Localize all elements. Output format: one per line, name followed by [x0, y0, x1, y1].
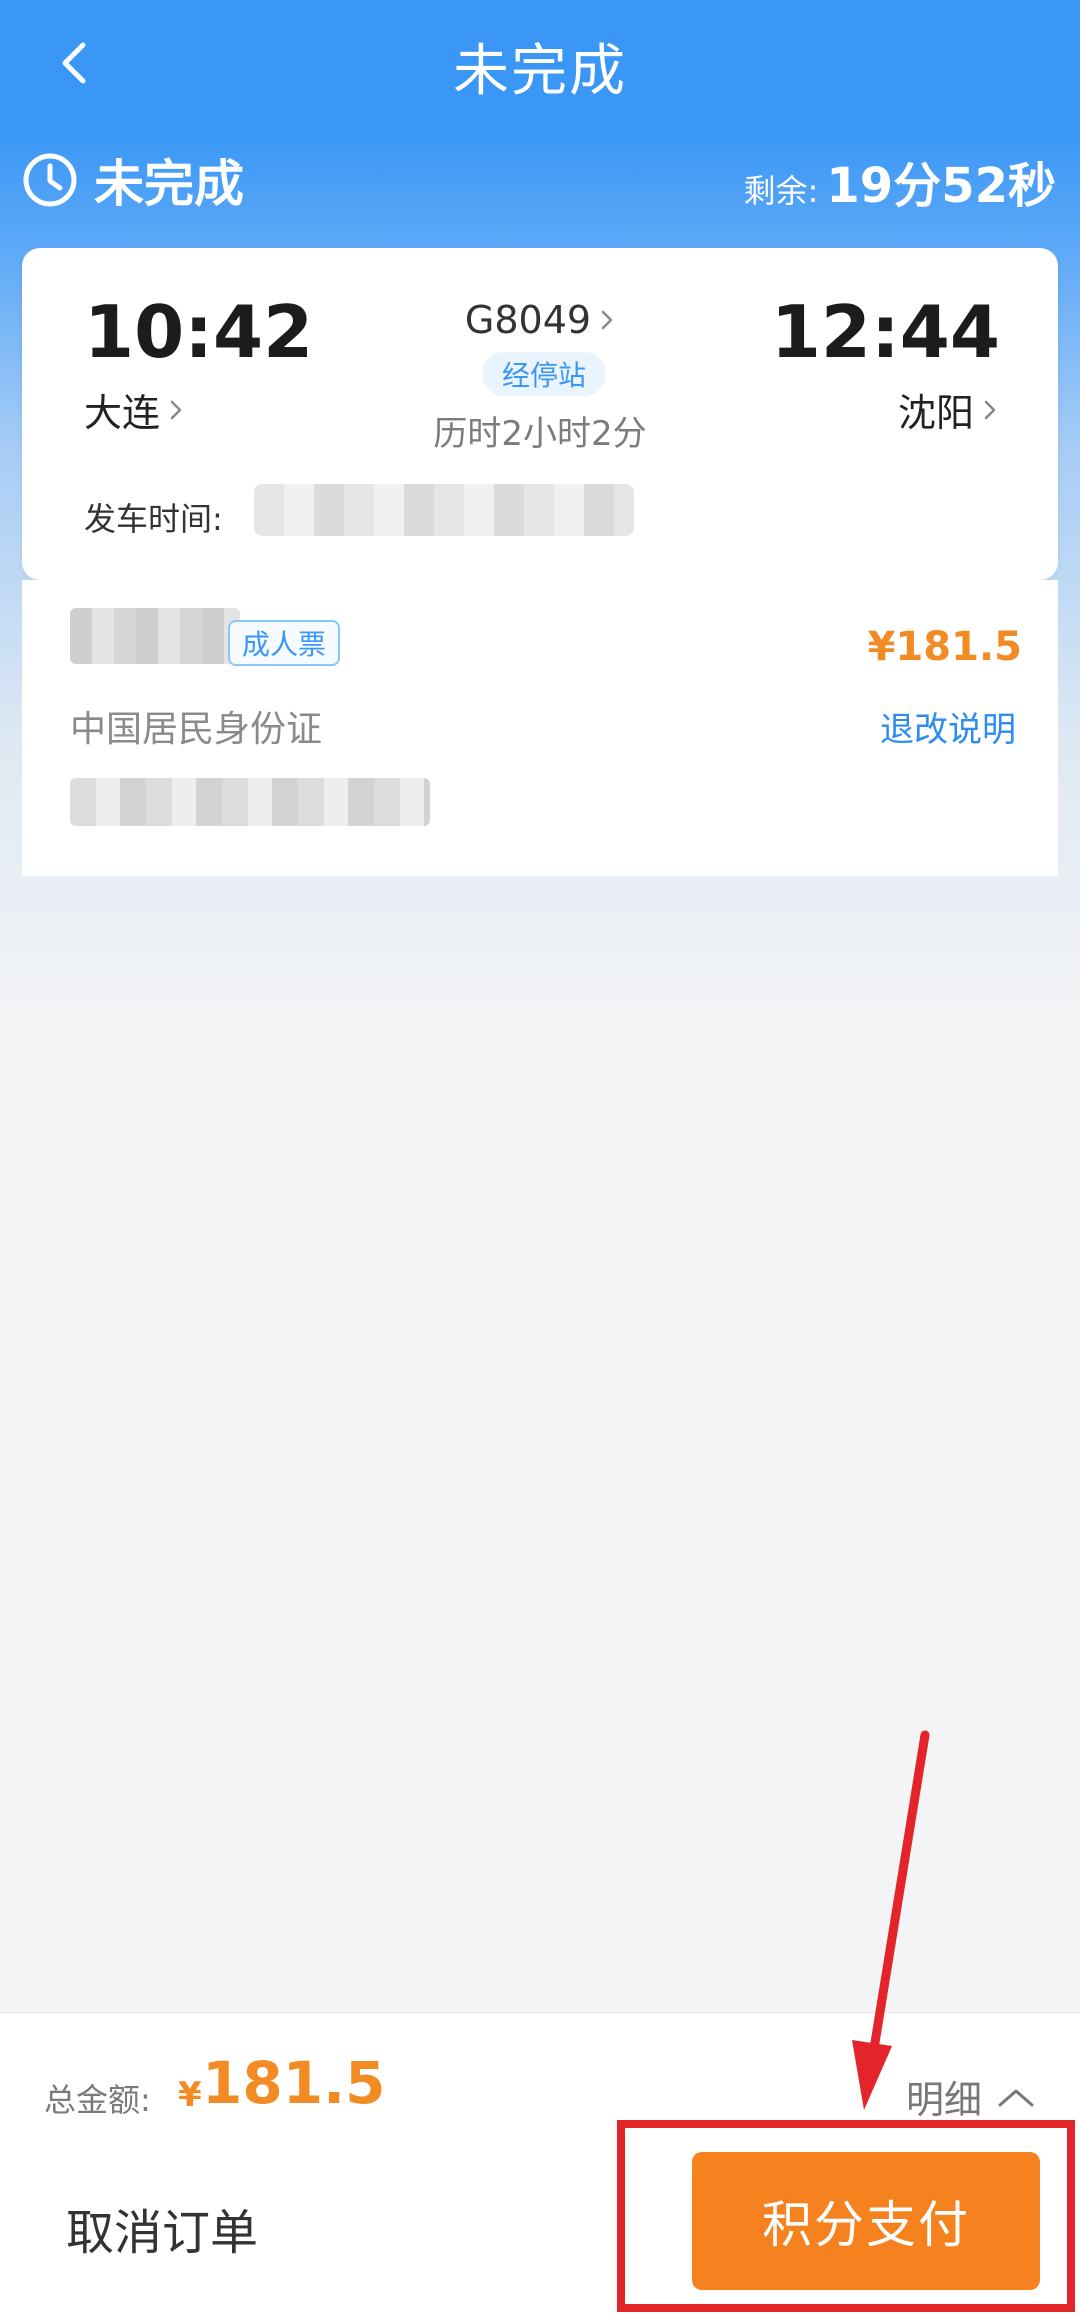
stops-button[interactable]: 经停站 — [482, 352, 606, 396]
train-number-text: G8049 — [464, 298, 592, 342]
refund-policy-link[interactable]: 退改说明 — [880, 702, 1016, 751]
chevron-right-icon — [601, 310, 613, 330]
cancel-order-button[interactable]: 取消订单 — [66, 2193, 258, 2263]
price-detail-button[interactable]: 明细 — [906, 2069, 1036, 2124]
ticket-type-badge: 成人票 — [228, 620, 341, 666]
remaining-value: 19分52秒 — [826, 158, 1056, 214]
ticket-price: ¥181.5 — [867, 624, 1022, 670]
page-title: 未完成 — [453, 39, 627, 104]
top-bar: 未完成 — [0, 0, 1080, 130]
status-row: 未完成 — [22, 140, 244, 220]
total-currency: ¥ — [178, 2075, 202, 2115]
order-status: 未完成 — [94, 155, 244, 213]
redacted-departure-date — [254, 484, 634, 536]
redacted-passenger-name — [70, 608, 240, 664]
remaining-label: 剩余: — [743, 172, 819, 210]
departure-date-label: 发车时间: — [84, 500, 223, 538]
price-detail-label: 明细 — [905, 2078, 982, 2122]
clock-icon — [23, 153, 77, 207]
train-card: 10:42 12:44 大连 沈阳 G8049 经停站 历时2小时2分 发车时间… — [22, 248, 1058, 580]
points-pay-button[interactable]: 积分支付 — [692, 2152, 1040, 2290]
remaining-time: 剩余: 19分52秒 — [744, 146, 1056, 216]
total-amount: 181.5 — [202, 2049, 386, 2117]
travel-duration: 历时2小时2分 — [433, 414, 647, 454]
total-label: 总金额: — [44, 2081, 151, 2119]
id-type: 中国居民身份证 — [70, 709, 323, 750]
passenger-panel: 成人票 ¥181.5 中国居民身份证 退改说明 — [22, 580, 1058, 876]
redacted-id-number — [70, 778, 430, 826]
train-number[interactable]: G8049 — [22, 298, 1058, 342]
chevron-up-icon — [998, 2089, 1034, 2106]
